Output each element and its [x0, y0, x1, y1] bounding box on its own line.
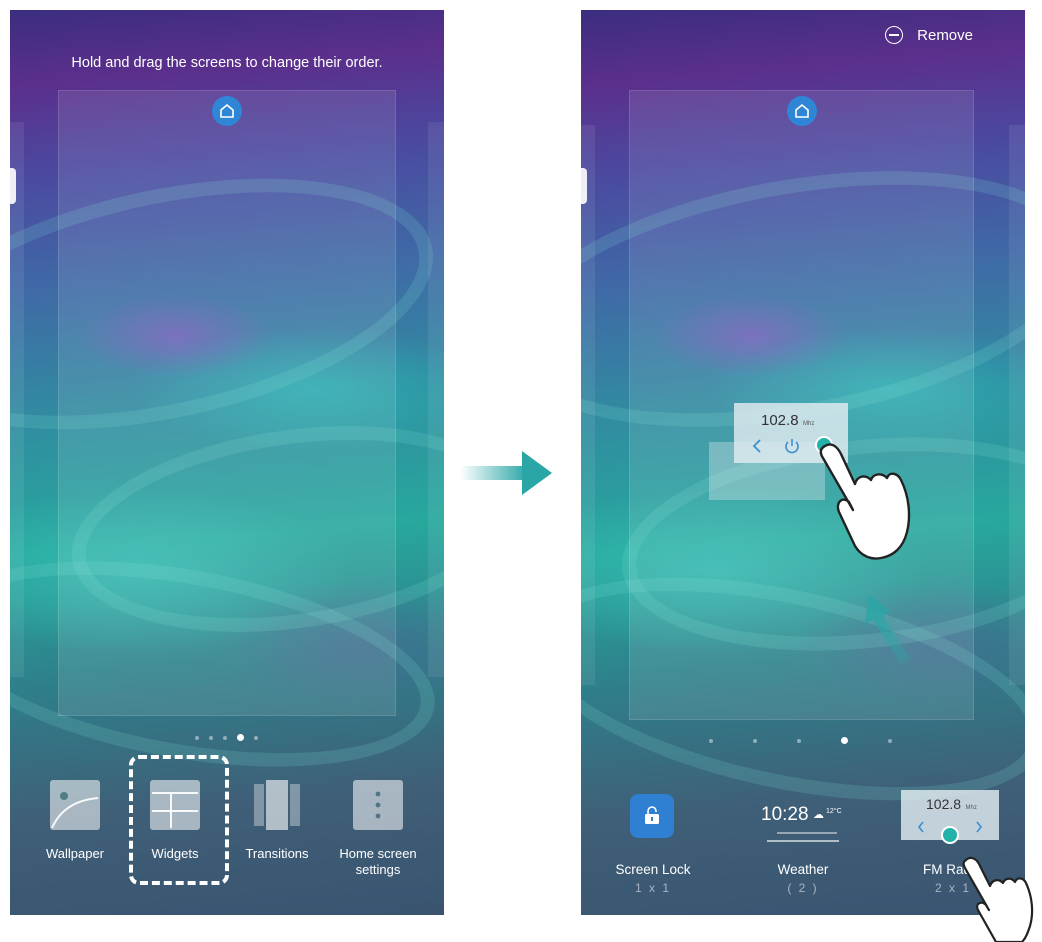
- drag-instruction-text: Hold and drag the screens to change thei…: [71, 55, 383, 71]
- cloud-sun-icon: ☁: [813, 809, 824, 821]
- home-screen-settings-label: Home screen settings: [339, 846, 417, 877]
- transitions-label: Transitions: [245, 846, 309, 861]
- remove-button[interactable]: Remove: [885, 26, 973, 44]
- radio-unit: Mhz: [965, 805, 977, 811]
- widget-tray: Screen Lock 1 x 1 10:28 ☁ 12°C Weather (…: [581, 770, 1025, 915]
- page-dot[interactable]: [254, 735, 258, 740]
- power-icon[interactable]: [783, 437, 801, 455]
- screen-lock-label: Screen Lock: [615, 862, 691, 877]
- weather-label: Weather: [777, 862, 829, 877]
- screen-lock-widget[interactable]: [630, 794, 674, 838]
- next-screen-preview[interactable]: [1009, 125, 1025, 685]
- weather-temp: 12°C: [826, 808, 842, 815]
- hand-pointer-icon: [962, 856, 1034, 942]
- home-icon[interactable]: [787, 96, 817, 126]
- up-left-arrow-icon: [865, 594, 911, 664]
- wallpaper-button[interactable]: Wallpaper: [30, 780, 120, 861]
- touch-point-indicator: [941, 826, 959, 844]
- page-dot-active[interactable]: [841, 737, 848, 744]
- settings-icon: [353, 780, 403, 830]
- chevron-left-icon[interactable]: [917, 820, 925, 834]
- widgets-highlight-frame: [129, 755, 229, 885]
- hand-pointer-icon: [819, 443, 911, 560]
- page-dot[interactable]: [753, 738, 757, 743]
- radio-frequency: 102.8: [761, 412, 799, 429]
- weather-detail-line: [767, 840, 839, 842]
- chevron-left-icon[interactable]: [752, 438, 762, 454]
- page-dot[interactable]: [709, 738, 713, 743]
- weather-count: ( 2 ): [787, 881, 819, 895]
- page-dot[interactable]: [797, 738, 801, 743]
- previous-screen-preview[interactable]: [10, 122, 24, 677]
- page-indicator: [195, 734, 258, 741]
- screen-lock-size: 1 x 1: [634, 881, 671, 895]
- weather-time: 10:28: [761, 804, 809, 825]
- wallpaper-label: Wallpaper: [45, 846, 105, 861]
- page-indicator: [709, 737, 892, 744]
- next-screen-preview[interactable]: [428, 122, 444, 677]
- edge-handle[interactable]: [10, 168, 16, 204]
- radio-unit: Mhz: [803, 421, 815, 427]
- transition-arrow-icon: [460, 451, 552, 495]
- page-dot[interactable]: [195, 735, 199, 740]
- page-dot-active[interactable]: [237, 734, 244, 741]
- previous-screen-preview[interactable]: [581, 125, 595, 685]
- home-edit-screen: Hold and drag the screens to change thei…: [10, 10, 444, 915]
- edge-handle[interactable]: [581, 168, 587, 204]
- weather-detail-line: [777, 832, 837, 834]
- home-screen-settings-button[interactable]: Home screen settings: [333, 780, 423, 878]
- minus-circle-icon: [885, 26, 904, 44]
- widget-edit-screen: Remove 102.8 Mhz Screen Lock 1 x 1 10:28…: [581, 10, 1025, 915]
- wallpaper-icon: [50, 780, 100, 830]
- padlock-icon: [645, 806, 659, 824]
- page-dot[interactable]: [209, 735, 213, 740]
- page-dot[interactable]: [223, 735, 227, 740]
- home-icon[interactable]: [212, 96, 242, 126]
- home-screen-preview[interactable]: [58, 90, 396, 716]
- page-dot[interactable]: [888, 738, 892, 743]
- transitions-button[interactable]: Transitions: [232, 780, 322, 861]
- transitions-icon: [252, 780, 302, 830]
- remove-label: Remove: [917, 26, 973, 44]
- weather-widget[interactable]: 10:28 ☁ 12°C: [759, 796, 849, 846]
- radio-frequency: 102.8: [926, 796, 962, 812]
- chevron-right-icon[interactable]: [975, 820, 983, 834]
